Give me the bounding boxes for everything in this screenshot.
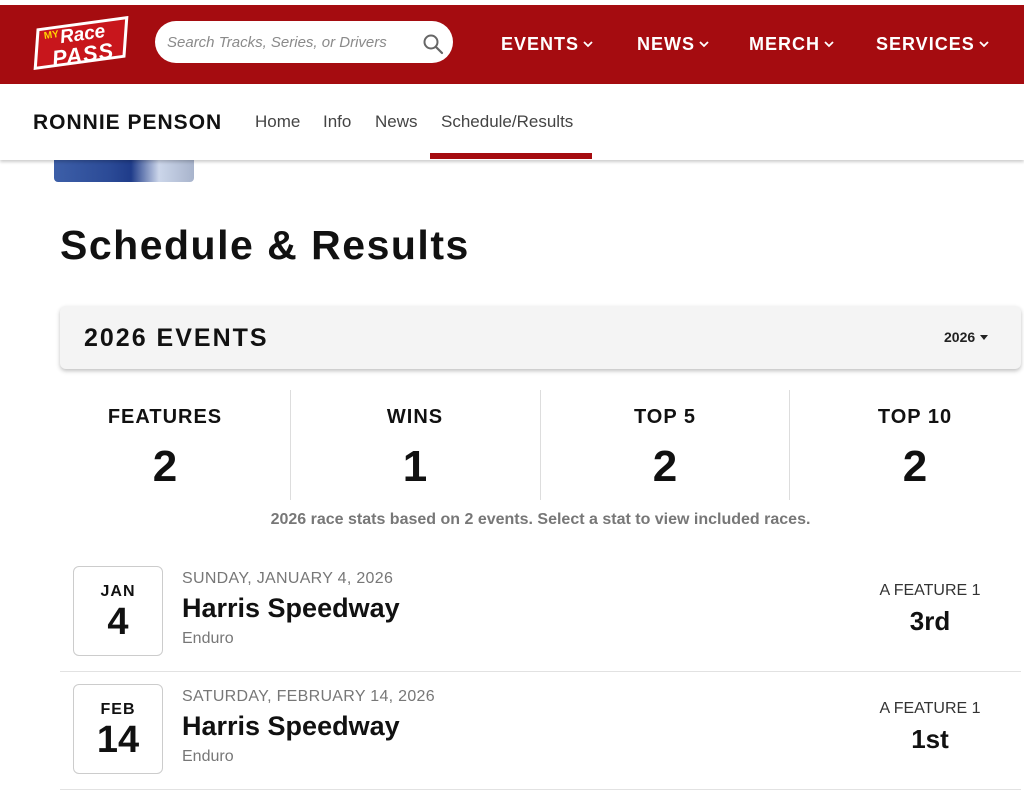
driver-photo — [54, 160, 194, 182]
stats-note: 2026 race stats based on 2 events. Selec… — [270, 511, 811, 528]
nav-events-label: EVENTS — [501, 33, 580, 54]
subnav-info[interactable]: Info — [323, 112, 351, 132]
events-header-card: 2026 EVENTS 2026 — [60, 306, 1021, 369]
stat-wins[interactable]: WINS 1 — [290, 390, 540, 500]
stat-label: FEATURES — [107, 406, 223, 428]
stat-value: 1 — [402, 442, 428, 491]
year-dropdown[interactable]: 2026 — [944, 329, 989, 345]
driver-name[interactable]: RONNIE PENSON — [33, 111, 222, 135]
nav-events[interactable]: EVENTS — [501, 32, 594, 56]
subnav-schedule-results[interactable]: Schedule/Results — [441, 112, 573, 132]
subnav-home[interactable]: Home — [255, 112, 300, 132]
caret-down-icon — [980, 334, 989, 340]
stat-label: WINS — [386, 406, 444, 428]
stat-top5[interactable]: TOP 5 2 — [540, 390, 790, 500]
chevron-down-icon — [699, 41, 709, 48]
search-icon[interactable] — [422, 33, 444, 55]
stat-value: 2 — [152, 442, 178, 491]
nav-services[interactable]: SERVICES — [876, 32, 990, 56]
nav-merch[interactable]: MERCH — [749, 32, 835, 56]
race-month: FEB — [100, 701, 136, 718]
race-event-name: A FEATURE 1 — [879, 582, 981, 599]
logo-my-text: MY — [43, 29, 60, 42]
race-full-date: SATURDAY, FEBRUARY 14, 2026 — [182, 688, 435, 705]
page-title: Schedule & Results — [60, 222, 470, 268]
nav-news-label: NEWS — [637, 33, 695, 54]
stat-top10[interactable]: TOP 10 2 — [790, 390, 1024, 500]
chevron-down-icon — [979, 41, 989, 48]
events-title: 2026 EVENTS — [84, 324, 269, 352]
active-tab-indicator — [430, 153, 592, 159]
race-date-badge: FEB 14 — [73, 684, 163, 774]
stat-features[interactable]: FEATURES 2 — [40, 390, 290, 500]
chevron-down-icon — [824, 41, 834, 48]
race-finish: 1st — [911, 724, 949, 754]
race-class: Enduro — [182, 748, 234, 765]
myracepass-logo[interactable]: MY Race PASS — [30, 12, 130, 74]
race-date-badge: JAN 4 — [73, 566, 163, 656]
race-row[interactable]: JAN 4 SUNDAY, JANUARY 4, 2026 Harris Spe… — [60, 554, 1021, 672]
race-track-link[interactable]: Harris Speedway — [182, 711, 400, 742]
chevron-down-icon — [583, 41, 593, 48]
stat-label: TOP 10 — [877, 406, 953, 428]
stat-value: 2 — [902, 442, 928, 491]
race-month: JAN — [100, 583, 136, 600]
race-class: Enduro — [182, 630, 234, 647]
stat-value: 2 — [652, 442, 678, 491]
race-full-date: SUNDAY, JANUARY 4, 2026 — [182, 570, 394, 587]
nav-merch-label: MERCH — [749, 33, 820, 54]
search-bar — [155, 21, 453, 63]
race-row[interactable]: FEB 14 SATURDAY, FEBRUARY 14, 2026 Harri… — [60, 672, 1021, 790]
subnav-news[interactable]: News — [375, 112, 418, 132]
nav-news[interactable]: NEWS — [637, 32, 710, 56]
nav-services-label: SERVICES — [876, 33, 975, 54]
search-input[interactable] — [167, 30, 417, 54]
race-day: 14 — [96, 719, 140, 761]
race-track-link[interactable]: Harris Speedway — [182, 593, 400, 624]
race-finish: 3rd — [909, 606, 951, 636]
race-event-name: A FEATURE 1 — [879, 700, 981, 717]
year-dropdown-label: 2026 — [944, 329, 976, 345]
race-day: 4 — [107, 601, 129, 643]
stat-label: TOP 5 — [633, 406, 697, 428]
